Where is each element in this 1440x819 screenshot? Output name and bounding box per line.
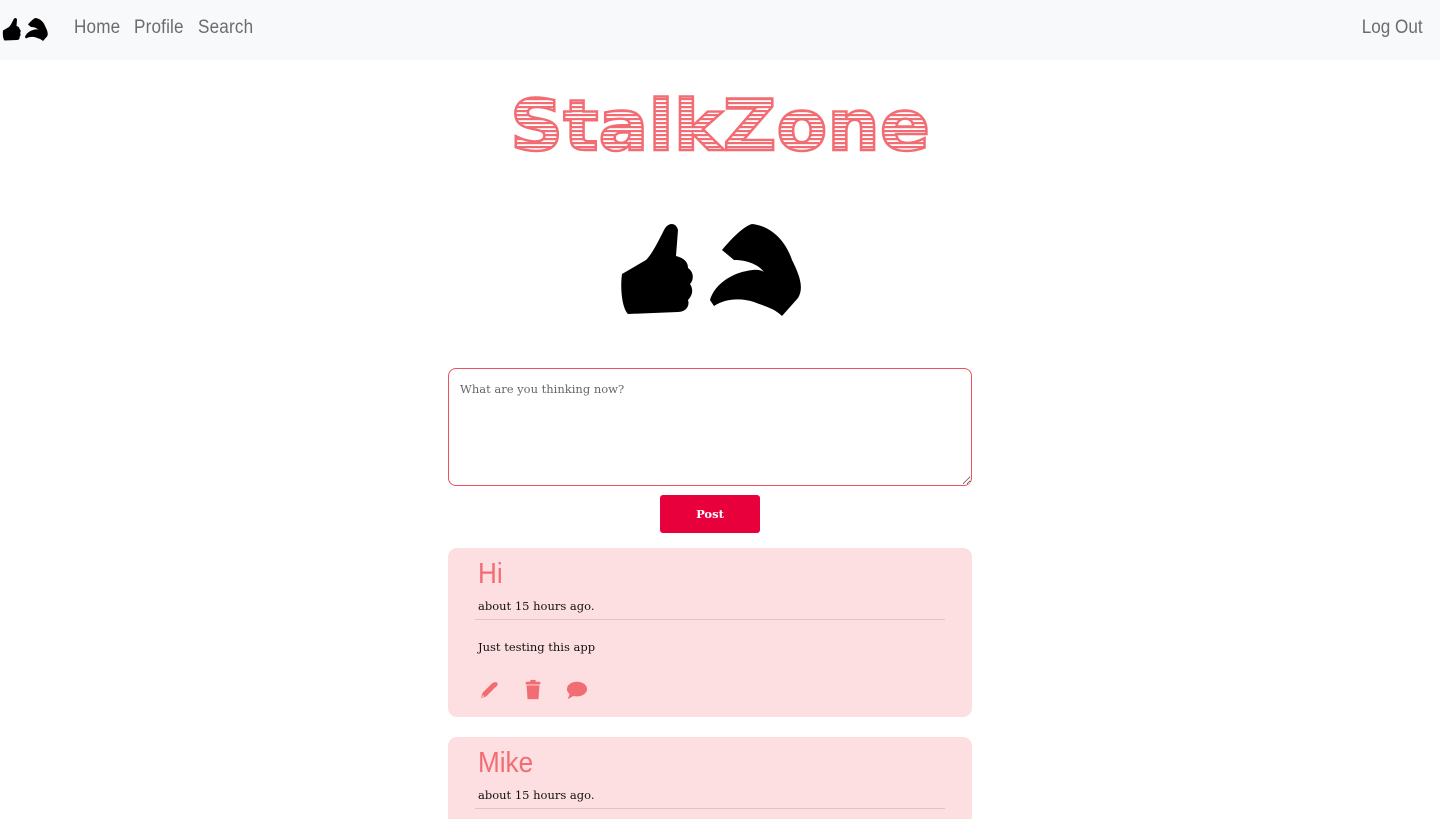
post-divider (475, 619, 945, 620)
nav-search-link[interactable]: Search (198, 17, 253, 39)
logout-link[interactable]: Log Out (1362, 17, 1423, 39)
post-composer-input[interactable] (448, 368, 972, 486)
post-timestamp: about 15 hours ago. (478, 599, 595, 613)
post-author: Hi (478, 558, 503, 590)
post-timestamp: about 15 hours ago. (478, 788, 595, 802)
post-button[interactable]: Post (660, 495, 760, 533)
post-author: Mike (478, 747, 534, 779)
post-divider (475, 808, 945, 809)
brand-title-wordmark: StalkZone (509, 84, 931, 162)
comment-icon[interactable] (566, 679, 588, 701)
nav-home-link[interactable]: Home (74, 17, 120, 39)
post-card: Hi about 15 hours ago. Just testing this… (448, 548, 972, 717)
hands-logo-icon (621, 224, 801, 316)
edit-icon[interactable] (478, 679, 500, 701)
hands-logo-icon[interactable] (2, 14, 48, 44)
post-body: Just testing this app (478, 640, 596, 654)
post-card: Mike about 15 hours ago. (448, 737, 972, 819)
brand-title-text: StalkZone (510, 85, 930, 162)
trash-icon[interactable] (522, 679, 544, 701)
nav-profile-link[interactable]: Profile (134, 17, 184, 39)
navbar: Home Profile Search Log Out (0, 0, 1440, 60)
brand-title: StalkZone (0, 82, 1440, 162)
